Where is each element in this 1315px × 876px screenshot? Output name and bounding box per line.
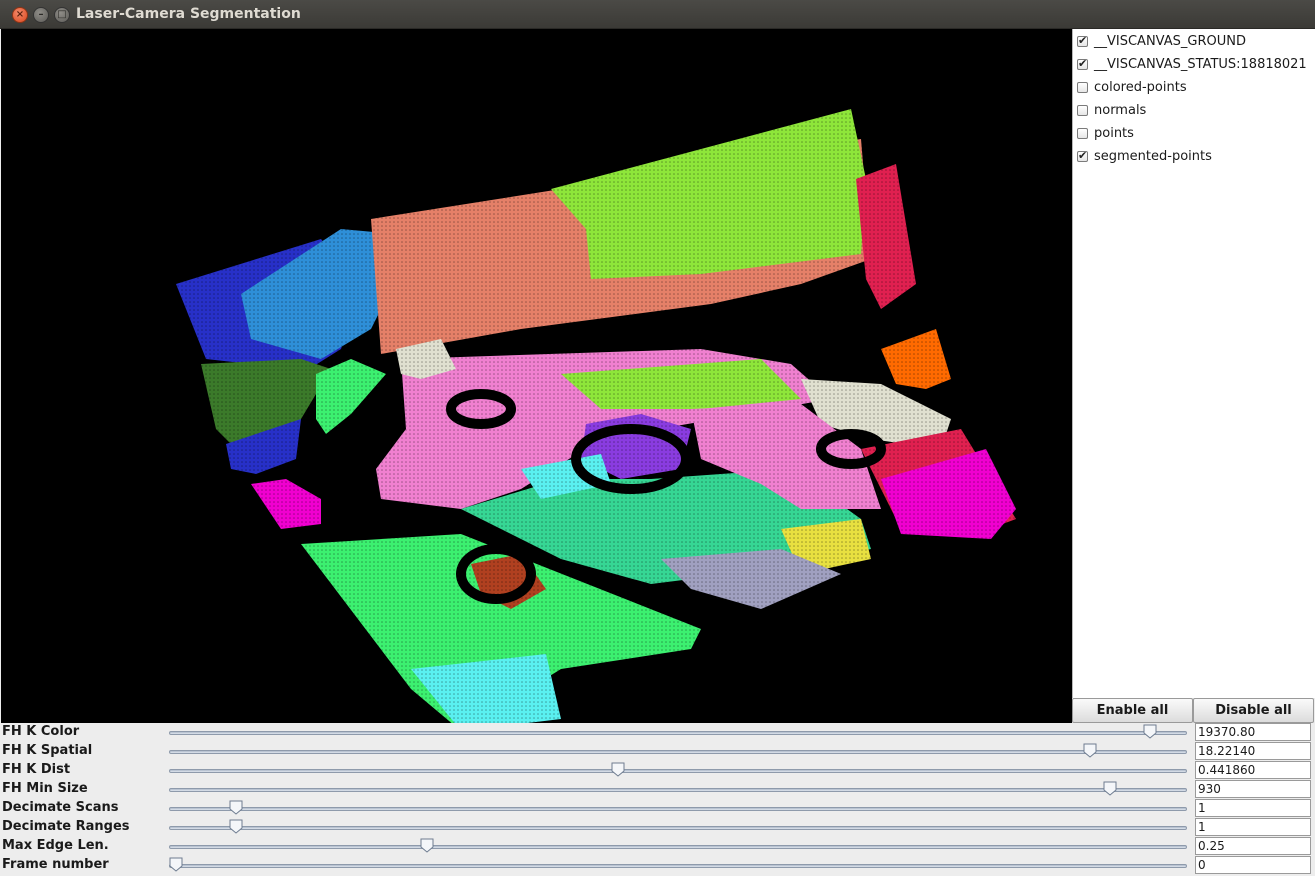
layer-item[interactable]: points (1077, 123, 1134, 143)
param-slider[interactable] (169, 731, 1187, 735)
param-row-decimate-scans: Decimate Scans 1 (0, 799, 1315, 818)
layer-label: __VISCANVAS_STATUS:18818021 (1094, 56, 1307, 72)
maximize-icon[interactable]: □ (54, 7, 70, 23)
param-row-fh-k-spatial: FH K Spatial 18.22140 (0, 742, 1315, 761)
slider-thumb[interactable] (1143, 724, 1157, 739)
param-value-field[interactable]: 19370.80 (1195, 723, 1311, 741)
slider-thumb[interactable] (229, 800, 243, 815)
layer-label: points (1094, 125, 1134, 141)
point-texture (251, 479, 321, 529)
param-row-decimate-ranges: Decimate Ranges 1 (0, 818, 1315, 837)
point-texture (316, 359, 386, 434)
param-slider[interactable] (169, 845, 1187, 849)
layer-checkbox[interactable] (1077, 57, 1088, 70)
title-bar: × – □ Laser-Camera Segmentation (0, 0, 1315, 29)
enable-all-button[interactable]: Enable all (1072, 698, 1193, 723)
param-row-fh-k-color: FH K Color 19370.80 (0, 723, 1315, 742)
param-label: Decimate Ranges (2, 819, 130, 834)
layer-item[interactable]: colored-points (1077, 77, 1187, 97)
disable-all-button[interactable]: Disable all (1193, 698, 1314, 723)
segmented-point-cloud (176, 109, 1016, 723)
layer-item[interactable]: __VISCANVAS_GROUND (1077, 31, 1246, 51)
slider-thumb[interactable] (1103, 781, 1117, 796)
param-value-field[interactable]: 1 (1195, 818, 1311, 836)
slider-thumb[interactable] (611, 762, 625, 777)
param-value-field[interactable]: 0 (1195, 856, 1311, 874)
param-label: FH Min Size (2, 781, 88, 796)
param-label: FH K Dist (2, 762, 71, 777)
param-value-field[interactable]: 930 (1195, 780, 1311, 798)
param-slider[interactable] (169, 807, 1187, 811)
layer-checkbox[interactable] (1077, 34, 1088, 47)
layer-label: colored-points (1094, 79, 1187, 95)
point-texture (881, 329, 951, 389)
slider-thumb[interactable] (169, 857, 183, 872)
slider-thumb[interactable] (1083, 743, 1097, 758)
layer-checkbox[interactable] (1077, 81, 1088, 93)
param-slider[interactable] (169, 788, 1187, 792)
minimize-icon[interactable]: – (33, 7, 49, 23)
layer-item[interactable]: normals (1077, 100, 1146, 120)
close-icon[interactable]: × (12, 7, 28, 23)
window-title: Laser-Camera Segmentation (76, 6, 301, 22)
param-row-max-edge-len: Max Edge Len. 0.25 (0, 837, 1315, 856)
param-slider[interactable] (169, 769, 1187, 773)
param-slider[interactable] (169, 750, 1187, 754)
param-value-field[interactable]: 1 (1195, 799, 1311, 817)
layer-checkbox[interactable] (1077, 104, 1088, 116)
param-label: Max Edge Len. (2, 838, 109, 853)
slider-thumb[interactable] (420, 838, 434, 853)
layer-item[interactable]: __VISCANVAS_STATUS:18818021 (1077, 54, 1307, 74)
layer-list: __VISCANVAS_GROUND __VISCANVAS_STATUS:18… (1072, 29, 1315, 698)
point-texture (551, 109, 866, 279)
param-row-fh-k-dist: FH K Dist 0.441860 (0, 761, 1315, 780)
param-label: Frame number (2, 857, 109, 872)
param-slider[interactable] (169, 826, 1187, 830)
point-cloud-canvas[interactable] (1, 29, 1072, 723)
param-label: FH K Spatial (2, 743, 93, 758)
param-slider[interactable] (169, 864, 1187, 868)
point-texture (856, 164, 916, 309)
layer-label: segmented-points (1094, 148, 1212, 164)
layer-item[interactable]: segmented-points (1077, 146, 1212, 166)
layer-label: __VISCANVAS_GROUND (1094, 33, 1246, 49)
param-row-frame-number: Frame number 0 (0, 856, 1315, 875)
param-label: FH K Color (2, 724, 80, 739)
layer-checkbox[interactable] (1077, 127, 1088, 139)
param-value-field[interactable]: 18.22140 (1195, 742, 1311, 760)
layer-checkbox[interactable] (1077, 149, 1088, 162)
param-value-field[interactable]: 0.441860 (1195, 761, 1311, 779)
param-value-field[interactable]: 0.25 (1195, 837, 1311, 855)
param-row-fh-min-size: FH Min Size 930 (0, 780, 1315, 799)
param-label: Decimate Scans (2, 800, 119, 815)
parameter-panel: FH K Color 19370.80 FH K Spatial 18.2214… (0, 723, 1315, 876)
slider-thumb[interactable] (229, 819, 243, 834)
layer-label: normals (1094, 102, 1147, 118)
